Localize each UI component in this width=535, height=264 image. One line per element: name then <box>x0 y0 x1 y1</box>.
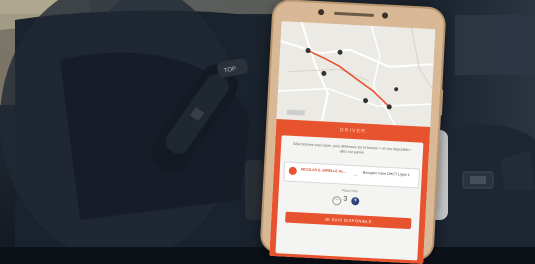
seats-value: 3 <box>343 195 348 203</box>
available-button[interactable]: JE SUIS DISPONIBLE <box>285 211 412 230</box>
instructions-text: Sélectionnez votre ligne, puis définisse… <box>292 141 412 155</box>
smartphone: DRIVER Sélectionnez votre ligne, puis dé… <box>261 0 445 264</box>
route-selector[interactable]: NICOLAS E. DIRELLE Av... → Bourgoin Gare… <box>283 161 421 189</box>
driver-panel: DRIVER Sélectionnez votre ligne, puis dé… <box>269 118 431 264</box>
earpiece <box>334 11 375 17</box>
sensor-icon <box>381 12 389 19</box>
seats-stepper: − 3 + <box>332 195 366 207</box>
route-map[interactable] <box>276 21 436 130</box>
route-icon <box>288 166 297 176</box>
route-origin: NICOLAS E. DIRELLE Av... <box>300 167 346 174</box>
increment-button[interactable]: + <box>351 197 360 206</box>
decrement-button[interactable]: − <box>332 196 342 206</box>
route-destination: Bourgoin Gare DHCT Ligne 1 <box>362 170 410 178</box>
arrow-right-icon: → <box>352 172 358 179</box>
phone-screen: DRIVER Sélectionnez votre ligne, puis dé… <box>269 21 436 264</box>
availability-card: Sélectionnez votre ligne, puis définisse… <box>275 135 424 261</box>
front-camera-icon <box>317 9 325 16</box>
